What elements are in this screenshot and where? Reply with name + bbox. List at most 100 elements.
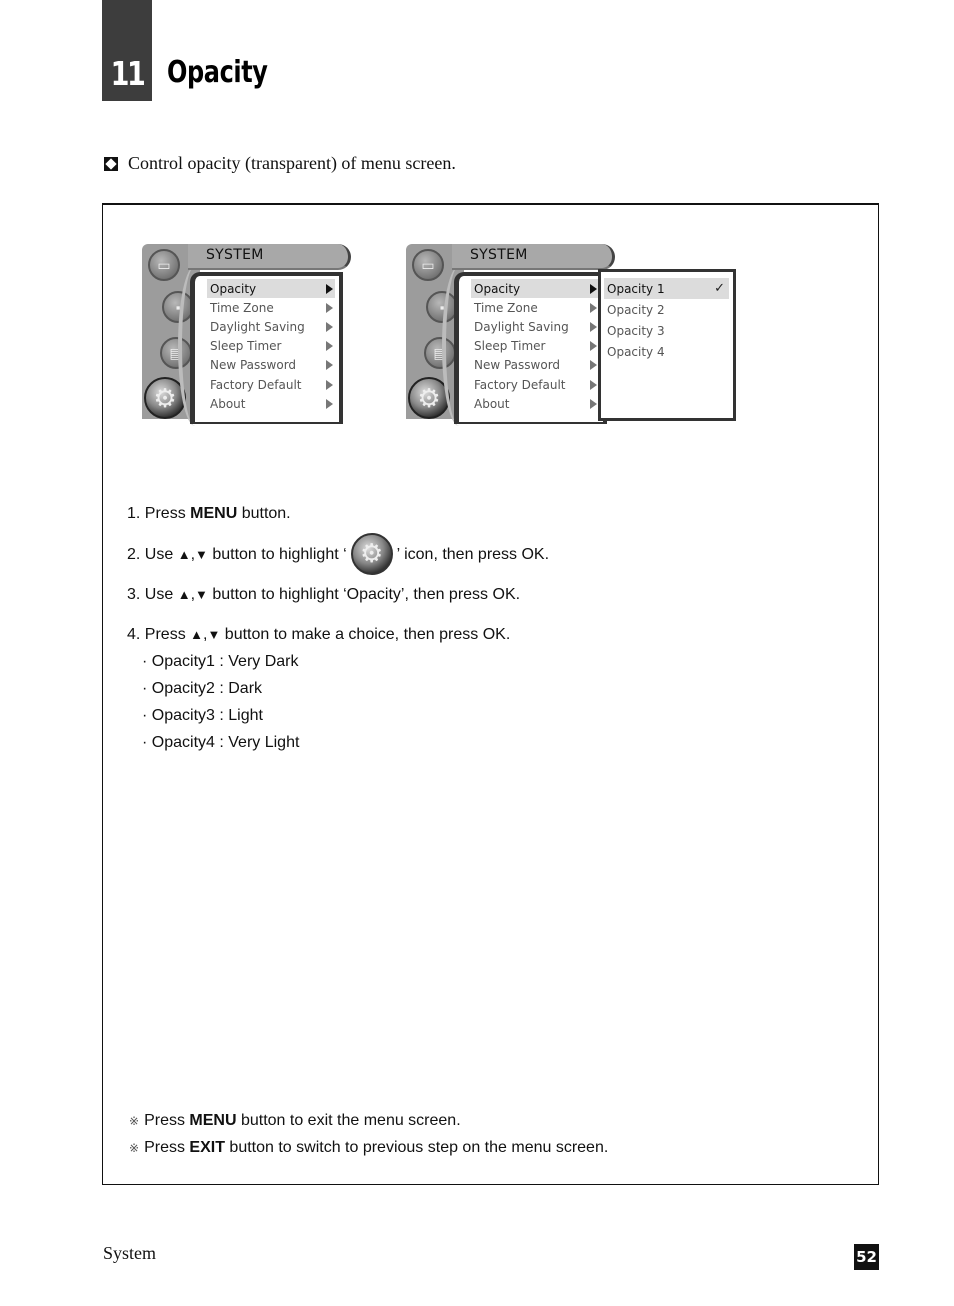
note-menu: ※ Press MENU button to exit the menu scre… bbox=[129, 1112, 608, 1139]
reference-mark-icon: ※ bbox=[129, 1141, 140, 1155]
menu-item-label: Sleep Timer bbox=[474, 339, 546, 354]
up-arrow-icon: ▲ bbox=[190, 627, 204, 642]
exit-button-label: EXIT bbox=[189, 1139, 225, 1156]
menu-item-label: About bbox=[474, 396, 510, 411]
arrow-right-icon bbox=[326, 302, 333, 313]
menu-item-daylight-saving[interactable]: Daylight Saving bbox=[207, 317, 335, 336]
step-text: button. bbox=[237, 505, 291, 522]
note-text: button to exit the menu screen. bbox=[236, 1112, 461, 1129]
arrow-right-icon bbox=[326, 398, 333, 409]
menu-item-label: Daylight Saving bbox=[474, 319, 569, 334]
arrow-right-icon bbox=[590, 379, 597, 390]
quote: ‘ bbox=[343, 546, 347, 563]
gear-icon: ⚙ bbox=[350, 532, 393, 575]
arrow-right-icon bbox=[590, 321, 597, 332]
reference-mark-icon: ※ bbox=[129, 1114, 140, 1128]
menu-item-label: New Password bbox=[474, 358, 561, 373]
menu-item-time-zone[interactable]: Time Zone bbox=[207, 298, 335, 317]
footer-section-name: System bbox=[103, 1243, 157, 1263]
intro-text: Control opacity (transparent) of menu sc… bbox=[128, 153, 456, 173]
step-text: button to highlight ‘Opacity’, then pres… bbox=[207, 586, 521, 603]
tv-icon[interactable]: ▭ bbox=[148, 249, 180, 281]
menu-button-label: MENU bbox=[189, 1112, 237, 1129]
arrow-right-icon bbox=[590, 283, 597, 294]
menu-title: SYSTEM bbox=[206, 247, 264, 263]
menu-button-label: MENU bbox=[190, 505, 238, 522]
step-text: button to make a choice, then press OK. bbox=[220, 626, 511, 643]
menu-item-opacity[interactable]: Opacity bbox=[471, 279, 599, 299]
tv-icon[interactable]: ▭ bbox=[412, 249, 444, 281]
step-text: button to highlight bbox=[207, 546, 344, 563]
submenu-item-opacity-1[interactable]: Opacity 1 ✓ bbox=[604, 278, 729, 299]
osd-menu-system-opacity: ▭ ▪ ▤ ⚙ SYSTEM Opacity Time Zone Dayligh… bbox=[406, 244, 736, 426]
check-icon: ✓ bbox=[714, 281, 725, 296]
arrow-right-icon bbox=[590, 341, 597, 352]
diamond-in-square-icon bbox=[104, 156, 118, 171]
step-text: 2. Use bbox=[127, 546, 178, 563]
menu-item-label: Opacity bbox=[474, 281, 521, 296]
opacity-option-note: · Opacity1 : Very Dark bbox=[142, 653, 299, 670]
note-text: Press bbox=[144, 1112, 190, 1129]
submenu-item-label: Opacity 3 bbox=[607, 323, 665, 338]
arrow-right-icon bbox=[326, 283, 333, 294]
submenu-item-label: Opacity 2 bbox=[607, 302, 665, 317]
step-1: 1. Press MENU button. bbox=[127, 505, 291, 523]
submenu-item-opacity-2[interactable]: Opacity 2 bbox=[604, 299, 729, 320]
submenu-item-label: Opacity 1 bbox=[607, 281, 665, 296]
arrow-right-icon bbox=[590, 360, 597, 371]
menu-title-bar: SYSTEM bbox=[188, 244, 351, 270]
step-4: 4. Press ▲,▼ button to make a choice, th… bbox=[127, 626, 510, 644]
menu-item-label: Daylight Saving bbox=[210, 319, 305, 334]
down-arrow-icon: ▼ bbox=[207, 627, 221, 642]
menu-item-sleep-timer[interactable]: Sleep Timer bbox=[207, 337, 335, 356]
step-text: 4. Press bbox=[127, 626, 191, 643]
page-title: Opacity bbox=[167, 55, 268, 90]
note-text: Press bbox=[144, 1139, 190, 1156]
down-arrow-icon: ▼ bbox=[195, 587, 208, 602]
opacity-submenu: Opacity 1 ✓ Opacity 2 Opacity 3 Opacity 4 bbox=[598, 269, 736, 421]
menu-item-time-zone[interactable]: Time Zone bbox=[471, 298, 599, 317]
menu-item-opacity[interactable]: Opacity bbox=[207, 279, 335, 299]
up-arrow-icon: ▲ bbox=[177, 587, 191, 602]
menu-panel: Opacity Time Zone Daylight Saving Sleep … bbox=[454, 272, 607, 424]
menu-item-new-password[interactable]: New Password bbox=[207, 356, 335, 375]
opacity-option-note: · Opacity3 : Light bbox=[142, 707, 263, 724]
menu-item-factory-default[interactable]: Factory Default bbox=[207, 375, 335, 394]
arrow-right-icon bbox=[590, 398, 597, 409]
submenu-item-opacity-4[interactable]: Opacity 4 bbox=[604, 341, 729, 362]
menu-item-sleep-timer[interactable]: Sleep Timer bbox=[471, 337, 599, 356]
osd-menu-system: ▭ ▪ ▤ ⚙ SYSTEM Opacity Time Zone Dayligh… bbox=[142, 244, 351, 426]
step-3: 3. Use ▲,▼ button to highlight ‘Opacity’… bbox=[127, 586, 520, 604]
note-text: button to switch to previous step on the… bbox=[224, 1139, 609, 1156]
gear-icon[interactable]: ⚙ bbox=[144, 377, 186, 419]
menu-panel: Opacity Time Zone Daylight Saving Sleep … bbox=[190, 272, 343, 424]
arrow-right-icon bbox=[326, 341, 333, 352]
arrow-right-icon bbox=[326, 360, 333, 371]
menu-item-about[interactable]: About bbox=[471, 394, 599, 413]
intro: Control opacity (transparent) of menu sc… bbox=[104, 153, 456, 174]
arrow-right-icon bbox=[326, 321, 333, 332]
menu-item-label: About bbox=[210, 396, 246, 411]
menu-item-daylight-saving[interactable]: Daylight Saving bbox=[471, 317, 599, 336]
down-arrow-icon: ▼ bbox=[195, 547, 208, 562]
menu-item-factory-default[interactable]: Factory Default bbox=[471, 375, 599, 394]
arrow-right-icon bbox=[590, 302, 597, 313]
chapter-number-block: 11 bbox=[102, 0, 152, 101]
film-icon[interactable]: ▤ bbox=[160, 337, 192, 369]
opacity-option-note: · Opacity2 : Dark bbox=[142, 680, 263, 697]
submenu-item-opacity-3[interactable]: Opacity 3 bbox=[604, 320, 729, 341]
film-icon[interactable]: ▤ bbox=[424, 337, 456, 369]
menu-item-label: Sleep Timer bbox=[210, 339, 282, 354]
arrow-right-icon bbox=[326, 379, 333, 390]
step-text: 1. Press bbox=[127, 505, 191, 522]
opacity-option-note: · Opacity4 : Very Light bbox=[142, 734, 300, 751]
footnotes: ※ Press MENU button to exit the menu scre… bbox=[129, 1112, 608, 1166]
menu-item-new-password[interactable]: New Password bbox=[471, 356, 599, 375]
menu-item-label: Factory Default bbox=[210, 377, 302, 392]
menu-item-label: Time Zone bbox=[210, 300, 274, 315]
gear-icon[interactable]: ⚙ bbox=[408, 377, 450, 419]
menu-item-about[interactable]: About bbox=[207, 394, 335, 413]
menu-item-label: Time Zone bbox=[474, 300, 538, 315]
menu-item-label: Factory Default bbox=[474, 377, 566, 392]
note-exit: ※ Press EXIT button to switch to previous… bbox=[129, 1139, 608, 1166]
